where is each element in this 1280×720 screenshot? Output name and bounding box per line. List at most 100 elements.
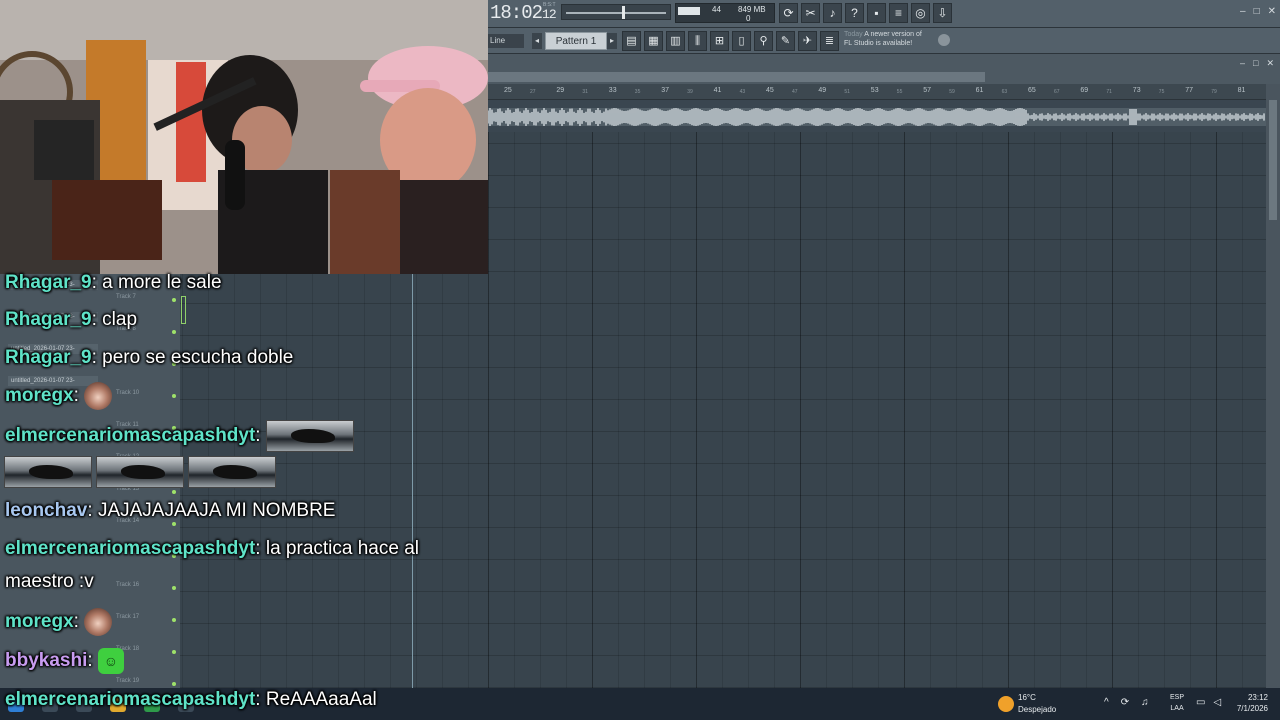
ruler-beat-label: 31 <box>582 89 588 95</box>
chat-separator: : <box>87 650 93 672</box>
ruler-beat-label: 27 <box>530 89 536 95</box>
file-icon[interactable]: ▯ <box>732 31 751 51</box>
channel-rack-icon[interactable]: ▥ <box>666 31 685 51</box>
news-text-line2: FL Studio is available! <box>844 40 913 47</box>
ruler-bar-label: 33 <box>608 87 617 94</box>
notes-icon[interactable]: ≣ <box>820 31 839 51</box>
slider-knob[interactable] <box>622 6 625 19</box>
piano-roll-icon[interactable]: ▦ <box>644 31 663 51</box>
language-indicator[interactable]: ESP LAA <box>1170 692 1184 714</box>
tools-icon[interactable]: ✈ <box>798 31 817 51</box>
edit-icon[interactable]: ✎ <box>776 31 795 51</box>
ruler-beat-label: 79 <box>1211 89 1217 95</box>
chat-message: bbykashi: ☺ <box>5 648 124 674</box>
news-text-line1: A newer version of <box>864 31 922 38</box>
chat-text: la practica hace al <box>265 538 420 559</box>
ruler-beat-label: 71 <box>1106 89 1112 95</box>
prev-pattern-button[interactable]: ◂ <box>532 33 542 49</box>
chat-message-continued: maestro :v <box>5 571 94 593</box>
ruler-bar-label: 49 <box>818 87 827 94</box>
playlist-minimize-button[interactable]: – <box>1240 58 1245 69</box>
chat-message: leonchav: JAJAJAJAAJA MI NOMBRE <box>5 500 335 522</box>
webcam-image <box>0 0 488 274</box>
mixer-icon[interactable]: ≡ <box>889 3 908 23</box>
playlist-maximize-button[interactable]: □ <box>1253 58 1258 69</box>
chat-text: maestro :v <box>5 571 94 592</box>
ruler-beat-label: 51 <box>844 89 850 95</box>
volume-icon[interactable]: ◁ <box>1213 697 1221 708</box>
ruler-bar-label: 37 <box>661 87 669 94</box>
chat-username: elmercenariomascapashdyt <box>5 538 256 559</box>
save-icon[interactable]: ▪ <box>867 3 886 23</box>
chat-separator: : <box>255 689 261 710</box>
ruler-bar-label: 25 <box>504 87 512 94</box>
song-time-sub: 12 <box>542 7 557 22</box>
weather-widget[interactable]: 16°C Despejado <box>996 692 1076 718</box>
audio-waveform-clip[interactable] <box>487 108 1266 126</box>
timeline-ruler[interactable]: 25 29 33 37 41 45 49 53 57 61 65 69 73 77 81 27 31 35 39 43… <box>488 84 1266 100</box>
chat-username: elmercenariomascapashdyt <box>5 425 256 447</box>
tray-expand-icon[interactable]: ^ <box>1104 697 1109 708</box>
chat-text: a more le sale <box>102 272 222 293</box>
maximize-button[interactable]: □ <box>1254 6 1260 17</box>
chat-message: elmercenariomascapashdyt: ReAAAaaAal <box>5 689 377 711</box>
master-pitch-slider[interactable] <box>561 4 671 20</box>
download-icon[interactable]: ⇩ <box>933 3 952 23</box>
ruler-beat-label: 35 <box>634 89 641 95</box>
next-pattern-button[interactable]: ▸ <box>607 33 617 49</box>
chat-message: Rhagar_9: clap <box>5 309 137 331</box>
ruler-bar-label: 73 <box>1132 87 1141 94</box>
sync-icon[interactable]: ⟳ <box>1121 697 1129 708</box>
time-format-label: B:S:T <box>543 2 556 8</box>
playlist-close-button[interactable]: ✕ <box>1266 58 1274 69</box>
chat-icon[interactable]: ◎ <box>911 3 930 23</box>
system-tray: ^ ⟳ ♫ <box>1104 697 1149 708</box>
microphone-icon[interactable]: ♫ <box>1141 697 1149 708</box>
chat-username: leonchav <box>5 500 88 521</box>
ruler-beat-label: 63 <box>1001 89 1008 95</box>
browser-icon[interactable]: ⊞ <box>710 31 729 51</box>
chat-text: pero se escucha doble <box>102 347 294 368</box>
ruler-bar-label: 65 <box>1028 87 1036 94</box>
plugin-icon[interactable]: ⚲ <box>754 31 773 51</box>
clock-time: 23:12 <box>1247 693 1268 702</box>
chat-username: elmercenariomascapashdyt <box>5 689 256 710</box>
chat-username: Rhagar_9 <box>5 309 92 330</box>
news-panel[interactable]: Today A newer version of FL Studio is av… <box>844 30 940 51</box>
network-icon[interactable]: ▭ <box>1196 697 1205 708</box>
help-icon[interactable]: ? <box>845 3 864 23</box>
chat-separator: : <box>87 500 93 521</box>
mixer-window-icon[interactable]: ⫼ <box>688 31 707 51</box>
pattern-selector[interactable]: Pattern 1 <box>545 32 607 50</box>
close-button[interactable]: ✕ <box>1268 6 1276 17</box>
ruler-beat-label: 67 <box>1054 89 1060 95</box>
toolbar-icon-group: ⟳ ✂ ♪ ? ▪ ≡ ◎ ⇩ <box>779 3 952 23</box>
mic-icon[interactable]: ♪ <box>823 3 842 23</box>
cpu-memory-monitor[interactable]: 44 849 MB 0 <box>675 3 775 23</box>
weather-temperature: 16°C <box>1018 693 1036 702</box>
polyphony-value: 0 <box>746 14 751 23</box>
playlist-horizontal-scrollbar[interactable] <box>488 72 985 82</box>
playlist-grid[interactable] <box>488 132 1266 688</box>
news-globe-icon[interactable] <box>938 34 950 46</box>
ruler-bar-label: 41 <box>713 87 722 94</box>
chat-separator: : <box>255 425 261 447</box>
minimize-button[interactable]: – <box>1240 6 1246 17</box>
scissors-icon[interactable]: ✂ <box>801 3 820 23</box>
playlist-icon[interactable]: ▤ <box>622 31 641 51</box>
language-code: ESP <box>1170 694 1185 701</box>
app-window-controls: – □ ✕ <box>1240 6 1276 17</box>
cpu-bar <box>678 7 700 15</box>
refresh-icon[interactable]: ⟳ <box>779 3 798 23</box>
scrollbar-thumb[interactable] <box>1269 100 1277 220</box>
clock[interactable]: 23:12 7/1/2026 <box>1230 692 1268 714</box>
playlist-vertical-scrollbar[interactable] <box>1266 84 1280 688</box>
ruler-beat-label: 39 <box>687 89 693 95</box>
chat-separator: : <box>73 611 79 633</box>
snap-dropdown[interactable]: Line <box>488 34 524 48</box>
green-face-emote-icon: ☺ <box>97 648 124 674</box>
window-icon-group: ▤ ▦ ▥ ⫼ ⊞ ▯ ⚲ ✎ ✈ ≣ <box>622 31 839 51</box>
cpu-value: 44 <box>712 5 721 14</box>
chat-message: moregx: <box>5 608 113 636</box>
system-tray-right: ▭ ◁ <box>1196 697 1221 708</box>
